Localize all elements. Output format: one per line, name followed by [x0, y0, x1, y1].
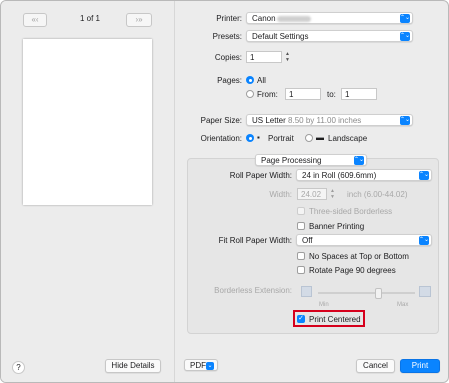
copies-stepper[interactable]: ▲ ▼ — [284, 51, 291, 63]
paper-size-label: Paper Size: — [200, 116, 242, 125]
presets-value: Default Settings — [252, 32, 309, 41]
chevron-up-down-icon: ⌃⌄ — [400, 32, 411, 41]
page-indicator: 1 of 1 — [79, 14, 100, 23]
paper-size-popup[interactable]: US Letter 8.50 by 11.00 inches ⌃⌄ — [246, 114, 413, 126]
roll-width-value: 24 in Roll (609.6mm) — [302, 171, 377, 180]
extension-max-icon — [419, 286, 431, 297]
slider-max-label: Max — [397, 302, 409, 308]
page-preview — [23, 39, 152, 205]
width-unit: inch (6.00-44.02) — [347, 190, 408, 199]
no-spaces-label: No Spaces at Top or Bottom — [309, 252, 409, 261]
section-popup[interactable]: Page Processing ⌃⌄ — [255, 154, 367, 166]
pages-from-radio[interactable] — [246, 90, 254, 98]
fit-roll-value: Off — [302, 236, 313, 245]
chevron-down-icon: ⌄ — [206, 362, 214, 370]
printer-model-blur — [277, 16, 311, 22]
pages-from-label: From: — [257, 90, 278, 99]
slider-min-label: Min — [319, 302, 329, 308]
banner-checkbox[interactable] — [297, 222, 305, 230]
pdf-label: PDF — [190, 361, 206, 370]
landscape-radio[interactable] — [305, 134, 313, 142]
landscape-icon: ▬ — [316, 133, 324, 142]
landscape-label: Landscape — [328, 134, 368, 143]
copies-label: Copies: — [214, 53, 242, 62]
print-dialog: «‹ 1 of 1 ›» ? Hide Details Printer: Can… — [0, 0, 449, 383]
borderless-extension-label: Borderless Extension: — [214, 286, 292, 295]
presets-popup[interactable]: Default Settings ⌃⌄ — [246, 30, 413, 42]
fit-roll-popup[interactable]: Off ⌃⌄ — [296, 234, 432, 246]
rotate-label: Rotate Page 90 degrees — [309, 266, 396, 275]
orientation-label: Orientation: — [200, 134, 242, 143]
extension-slider-track[interactable] — [318, 292, 415, 294]
print-button[interactable]: Print — [400, 359, 440, 373]
preview-pane: «‹ 1 of 1 ›» ? Hide Details — [1, 1, 175, 382]
printer-label: Printer: — [216, 14, 242, 23]
section-value: Page Processing — [261, 156, 322, 165]
pages-to-label: to: — [327, 90, 336, 99]
three-sided-checkbox[interactable] — [297, 207, 305, 215]
portrait-icon: ▪ — [257, 133, 260, 142]
pages-label: Pages: — [217, 76, 242, 85]
prev-page-button[interactable]: «‹ — [23, 13, 47, 27]
next-page-icon: ›» — [135, 15, 143, 24]
fit-roll-label: Fit Roll Paper Width: — [218, 236, 292, 245]
chevron-up-down-icon: ⌃⌄ — [419, 171, 430, 180]
print-centered-highlight — [293, 310, 365, 327]
prev-page-icon: «‹ — [31, 15, 39, 24]
help-button[interactable]: ? — [12, 361, 25, 374]
three-sided-label: Three-sided Borderless — [309, 207, 393, 216]
banner-label: Banner Printing — [309, 222, 365, 231]
pages-to-field[interactable]: 1 — [341, 88, 377, 100]
pages-from-field[interactable]: 1 — [285, 88, 321, 100]
width-stepper[interactable]: ▲ ▼ — [329, 188, 336, 200]
presets-label: Presets: — [212, 32, 242, 41]
rotate-checkbox[interactable] — [297, 266, 305, 274]
paper-size-detail: 8.50 by 11.00 inches — [288, 116, 362, 125]
chevron-up-down-icon: ⌃⌄ — [400, 116, 411, 125]
width-label: Width: — [269, 190, 292, 199]
portrait-label: Portrait — [268, 134, 294, 143]
roll-width-label: Roll Paper Width: — [229, 171, 292, 180]
printer-popup[interactable]: Canon ⌃⌄ — [246, 12, 413, 24]
pdf-menu-button[interactable]: PDF ⌄ — [184, 359, 218, 371]
pages-all-label: All — [257, 76, 266, 85]
cancel-button[interactable]: Cancel — [356, 359, 395, 373]
printer-value: Canon — [252, 14, 276, 23]
roll-width-popup[interactable]: 24 in Roll (609.6mm) ⌃⌄ — [296, 169, 432, 181]
paper-size-value: US Letter — [252, 116, 286, 125]
extension-min-icon — [301, 286, 312, 297]
next-page-button[interactable]: ›» — [126, 13, 152, 27]
extension-slider-knob[interactable] — [375, 288, 382, 299]
width-field[interactable]: 24.02 — [297, 188, 327, 200]
chevron-up-down-icon: ⌃⌄ — [400, 14, 411, 23]
portrait-radio[interactable] — [246, 134, 254, 142]
chevron-up-down-icon: ⌃⌄ — [419, 236, 430, 245]
hide-details-button[interactable]: Hide Details — [105, 359, 161, 373]
copies-field[interactable]: 1 — [246, 51, 282, 63]
pages-all-radio[interactable] — [246, 76, 254, 84]
chevron-up-down-icon: ⌃⌄ — [354, 156, 365, 165]
no-spaces-checkbox[interactable] — [297, 252, 305, 260]
